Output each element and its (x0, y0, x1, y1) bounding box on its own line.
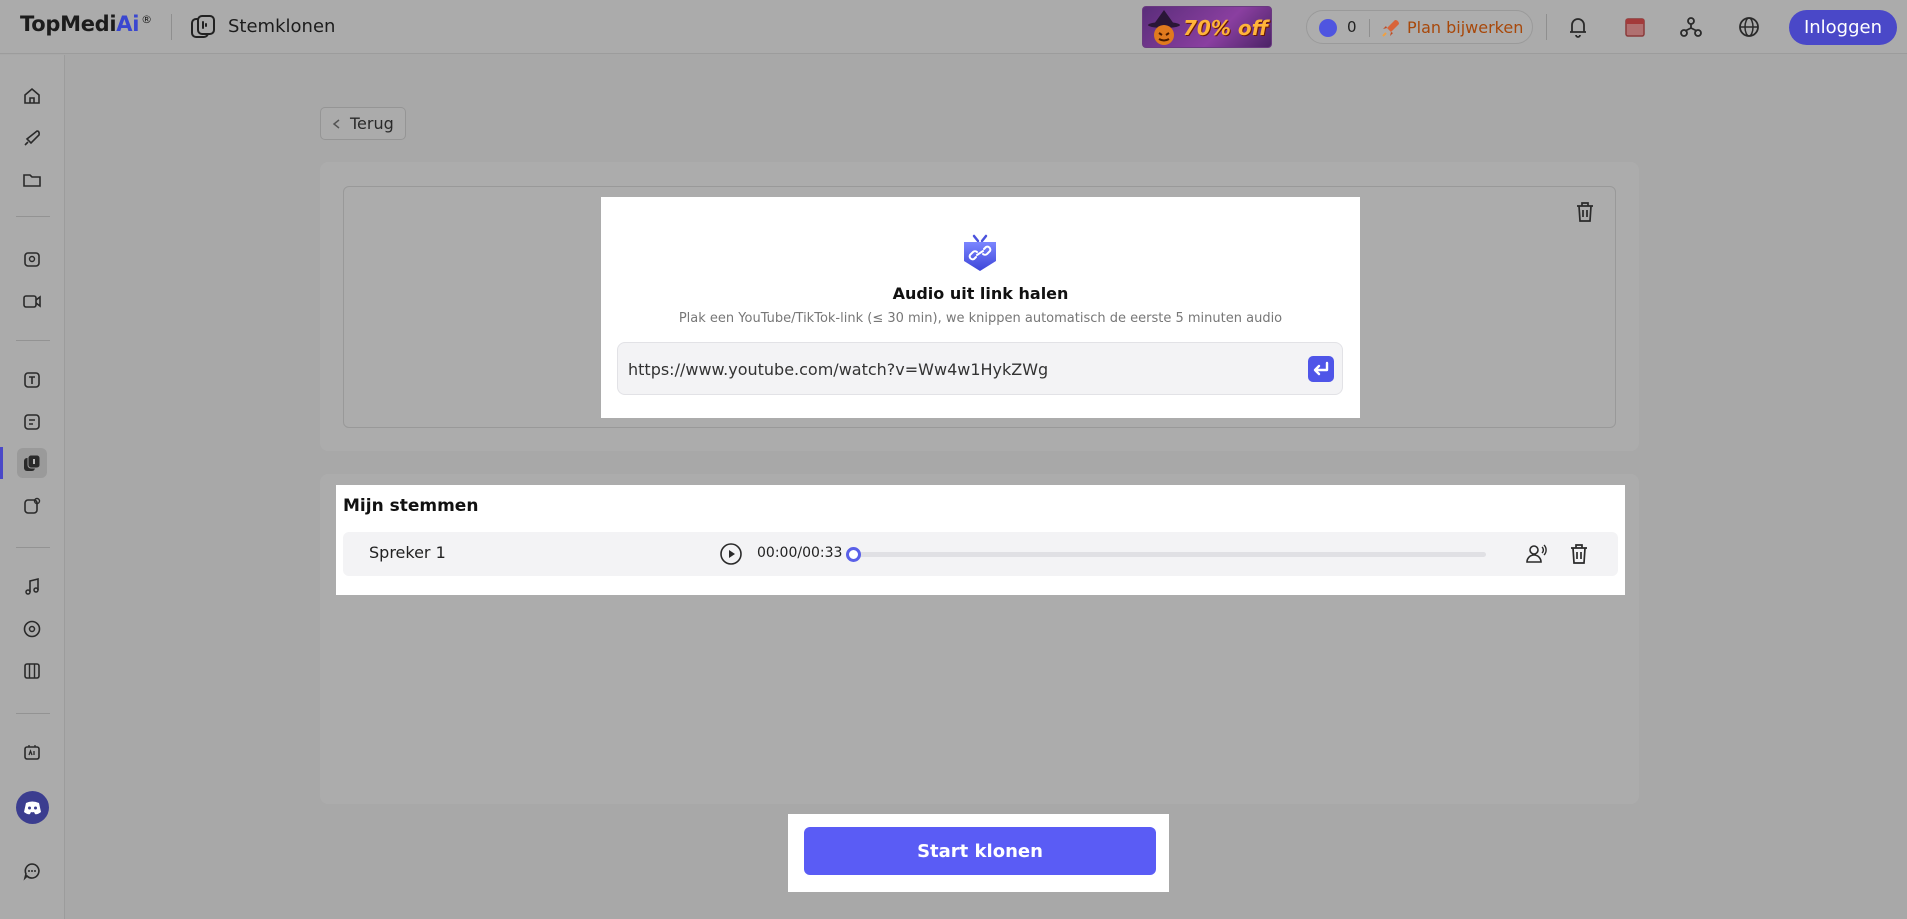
credits-plan-pill[interactable]: 0 Plan bijwerken (1306, 10, 1533, 44)
link-extract-card: Audio uit link halen Plak een YouTube/Ti… (601, 197, 1360, 418)
url-input[interactable] (628, 357, 1288, 381)
app-title: Stemklonen (228, 16, 336, 37)
url-field-container (617, 342, 1343, 395)
ai-tools-icon[interactable] (22, 742, 42, 762)
credit-count: 0 (1347, 18, 1357, 36)
pill-separator (1369, 19, 1370, 37)
voice-row: Spreker 1 00:00/00:33 (343, 532, 1618, 576)
vinyl-disc-icon[interactable] (22, 619, 42, 639)
chat-support-icon[interactable] (22, 861, 42, 881)
voice-name: Spreker 1 (369, 543, 446, 562)
speaker-voice-icon[interactable] (1525, 542, 1549, 566)
photo-talk-icon[interactable] (22, 249, 42, 269)
sidebar (0, 55, 65, 919)
playback-time: 00:00/00:33 (757, 545, 843, 561)
sidebar-active-indicator (0, 447, 3, 479)
discord-icon[interactable] (16, 791, 49, 824)
chevron-left-icon (332, 119, 340, 129)
upgrade-plan-link[interactable]: Plan bijwerken (1407, 18, 1523, 37)
top-bar: TopMediAi ® Stemklonen 70% off 0 Plan bij… (0, 0, 1907, 54)
credit-coin-icon (1319, 19, 1337, 37)
video-icon[interactable] (22, 291, 42, 311)
link-card-subtitle: Plak een YouTube/TikTok-link (≤ 30 min),… (678, 311, 1283, 326)
link-tv-icon (964, 234, 996, 271)
language-globe-icon[interactable] (1736, 14, 1762, 40)
pumpkin-witch-icon (1148, 10, 1180, 45)
music-note-icon[interactable] (22, 577, 42, 597)
my-voices-heading: Mijn stemmen (343, 496, 479, 516)
my-voices-card: Mijn stemmen Spreker 1 00:00/00:33 (336, 485, 1625, 595)
play-icon[interactable] (719, 542, 743, 566)
speech-to-text-icon[interactable] (22, 412, 42, 432)
submit-link-button[interactable] (1308, 356, 1334, 382)
audio-progress-handle[interactable] (846, 547, 861, 562)
text-to-speech-icon[interactable] (22, 370, 42, 390)
delete-upload-icon[interactable] (1574, 200, 1596, 224)
calendar-icon[interactable] (1622, 14, 1648, 40)
promo-text: 70% off (1183, 16, 1269, 40)
sidebar-separator (16, 547, 50, 548)
back-label: Terug (350, 114, 394, 133)
sidebar-separator (16, 713, 50, 714)
link-card-title: Audio uit link halen (892, 284, 1069, 303)
back-button[interactable]: Terug (320, 107, 406, 140)
sidebar-separator (16, 216, 50, 217)
voice-changer-icon[interactable] (22, 496, 42, 516)
start-clone-button[interactable]: Start klonen (804, 827, 1156, 875)
rocket-icon (1382, 20, 1399, 37)
explore-rocket-icon[interactable] (22, 128, 42, 148)
delete-voice-icon[interactable] (1568, 542, 1590, 566)
voice-clone-icon (191, 15, 215, 38)
header-divider (171, 14, 172, 40)
folder-icon[interactable] (22, 170, 42, 190)
brand-logo[interactable]: TopMediAi ® (20, 12, 152, 36)
api-network-icon[interactable] (1678, 14, 1704, 40)
login-button[interactable]: Inloggen (1789, 10, 1897, 45)
home-icon[interactable] (22, 86, 42, 106)
piano-keys-icon[interactable] (22, 661, 42, 681)
notification-bell-icon[interactable] (1565, 14, 1591, 40)
promo-banner[interactable]: 70% off (1142, 6, 1272, 48)
start-clone-wrapper: Start klonen (788, 814, 1169, 892)
audio-progress-track[interactable] (852, 552, 1486, 557)
sidebar-separator (16, 340, 50, 341)
header-divider-right (1546, 14, 1547, 40)
enter-return-icon (1313, 361, 1329, 376)
voice-clone-nav-icon[interactable] (22, 453, 42, 473)
